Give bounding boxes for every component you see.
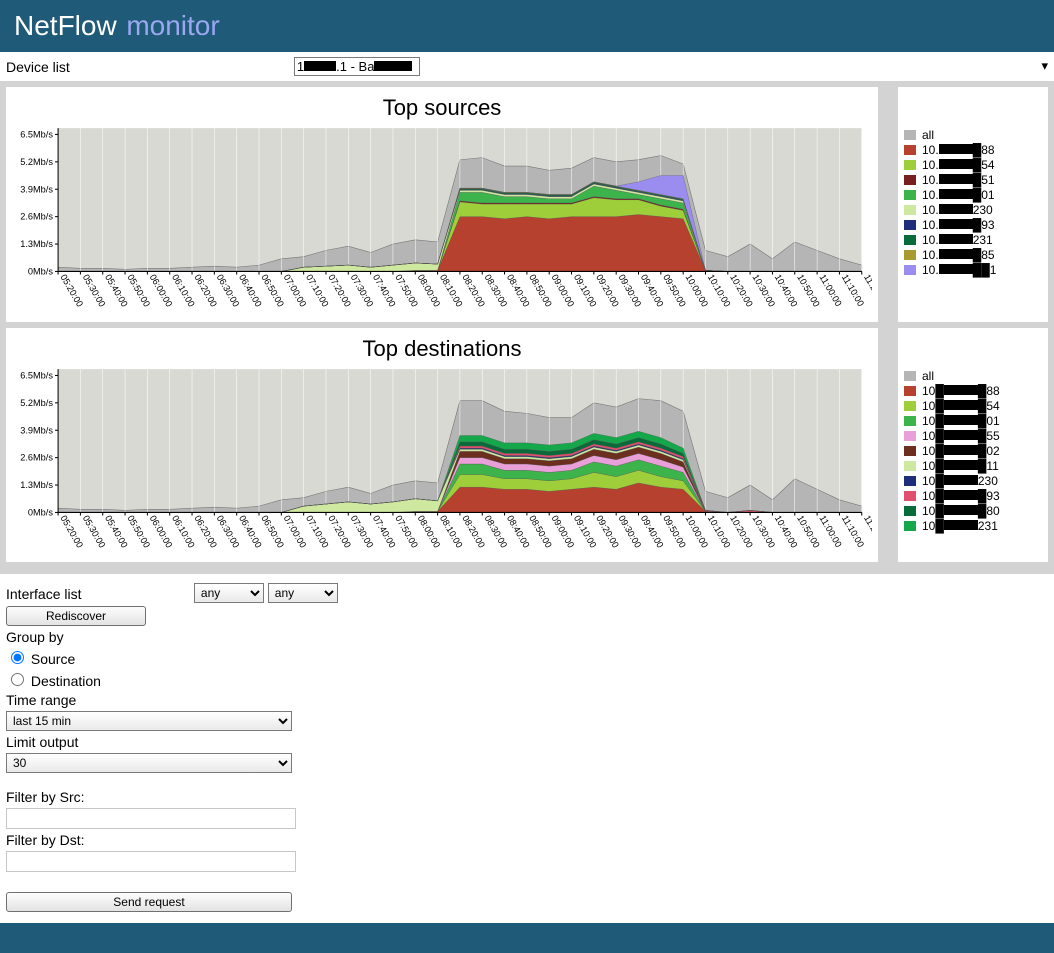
legend-item: 10.██1 (904, 263, 1042, 277)
send-request-button[interactable]: Send request (6, 892, 292, 912)
filter-dst-label: Filter by Dst: (6, 832, 1048, 848)
chart-canvas-destinations: 0Mb/s 1.3Mb/s 2.6Mb/s 3.9Mb/s 5.2Mb/s 6.5Mb/s… (12, 364, 872, 559)
svg-text:5.2Mb/s: 5.2Mb/s (20, 398, 53, 408)
legend-item: 10██01 (904, 414, 1042, 428)
controls-panel: Interface list any any Rediscover Group … (0, 574, 1054, 921)
time-range-select[interactable]: last 15 min (6, 711, 292, 731)
group-by-source-option[interactable]: Source (6, 651, 75, 667)
legend-item: 10██93 (904, 489, 1042, 503)
legend-item: 10██80 (904, 504, 1042, 518)
legend-item: 10.█01 (904, 188, 1042, 202)
svg-text:6.5Mb/s: 6.5Mb/s (20, 130, 53, 140)
filter-src-label: Filter by Src: (6, 789, 1048, 805)
time-range-label: Time range (6, 692, 1048, 708)
legend-sources: all 10.█88 10.█54 10.█51 10.█01 (898, 87, 1048, 322)
chart-title-destinations: Top destinations (12, 336, 872, 362)
group-by-destination-option[interactable]: Destination (6, 673, 101, 689)
charts-zone: Top sources 0Mb/s 1.3Mb/s 2.6Mb/s 3.9Mb/s 5.… (0, 81, 1054, 574)
legend-item: all (904, 128, 1042, 142)
svg-text:1.3Mb/s: 1.3Mb/s (20, 239, 53, 249)
chart-title-sources: Top sources (12, 95, 872, 121)
legend-item: 10█231 (904, 519, 1042, 533)
legend-item: 10.█51 (904, 173, 1042, 187)
app-subtitle: monitor (126, 10, 219, 41)
chart-canvas-sources: 0Mb/s 1.3Mb/s 2.6Mb/s 3.9Mb/s 5.2Mb/s 6.5Mb/s… (12, 123, 872, 318)
top-sources-chart: Top sources 0Mb/s 1.3Mb/s 2.6Mb/s 3.9Mb/s 5.… (6, 87, 878, 322)
legend-item: 10██54 (904, 399, 1042, 413)
svg-text:2.6Mb/s: 2.6Mb/s (20, 453, 53, 463)
filter-dst-input[interactable] (6, 851, 296, 872)
legend-item: all (904, 369, 1042, 383)
legend-item: 10██55 (904, 429, 1042, 443)
group-by-destination-radio[interactable] (11, 673, 24, 686)
svg-text:2.6Mb/s: 2.6Mb/s (20, 212, 53, 222)
app-header: NetFlow monitor (0, 0, 1054, 52)
svg-text:5.2Mb/s: 5.2Mb/s (20, 157, 53, 167)
interface-select-2[interactable]: any (268, 583, 338, 603)
limit-output-label: Limit output (6, 734, 1048, 750)
svg-text:3.9Mb/s: 3.9Mb/s (20, 185, 53, 195)
legend-item: 10.█54 (904, 158, 1042, 172)
filter-src-input[interactable] (6, 808, 296, 829)
interface-list-label: Interface list (6, 586, 190, 602)
legend-item: 10.230 (904, 203, 1042, 217)
limit-output-select[interactable]: 30 (6, 753, 292, 773)
legend-item: 10██11 (904, 459, 1042, 473)
device-list-label: Device list (6, 59, 190, 75)
interface-select-1[interactable]: any (194, 583, 264, 603)
device-list-select[interactable]: 1.1 - Ba ▾ (294, 57, 420, 76)
svg-text:3.9Mb/s: 3.9Mb/s (20, 425, 53, 435)
rediscover-button[interactable]: Rediscover (6, 606, 146, 626)
legend-item: 10.█93 (904, 218, 1042, 232)
app-title: NetFlow (14, 10, 117, 41)
legend-item: 10██02 (904, 444, 1042, 458)
device-bar: Device list 1.1 - Ba ▾ (0, 52, 1054, 81)
chevron-down-icon: ▾ (1041, 58, 1048, 74)
footer-strip (0, 923, 1054, 953)
legend-item: 10██88 (904, 384, 1042, 398)
group-by-label: Group by (6, 629, 1048, 645)
svg-text:6.5Mb/s: 6.5Mb/s (20, 370, 53, 380)
top-destinations-chart: Top destinations 0Mb/s 1.3Mb/s 2.6Mb/s 3.9M… (6, 328, 878, 563)
group-by-source-radio[interactable] (11, 651, 24, 664)
legend-item: 10.█85 (904, 248, 1042, 262)
svg-text:0Mb/s: 0Mb/s (28, 507, 53, 517)
svg-text:1.3Mb/s: 1.3Mb/s (20, 480, 53, 490)
legend-item: 10█230 (904, 474, 1042, 488)
legend-item: 10.█88 (904, 143, 1042, 157)
svg-text:0Mb/s: 0Mb/s (28, 267, 53, 277)
legend-item: 10.231 (904, 233, 1042, 247)
legend-destinations: all 10██88 10██54 10██01 10██55 (898, 328, 1048, 563)
